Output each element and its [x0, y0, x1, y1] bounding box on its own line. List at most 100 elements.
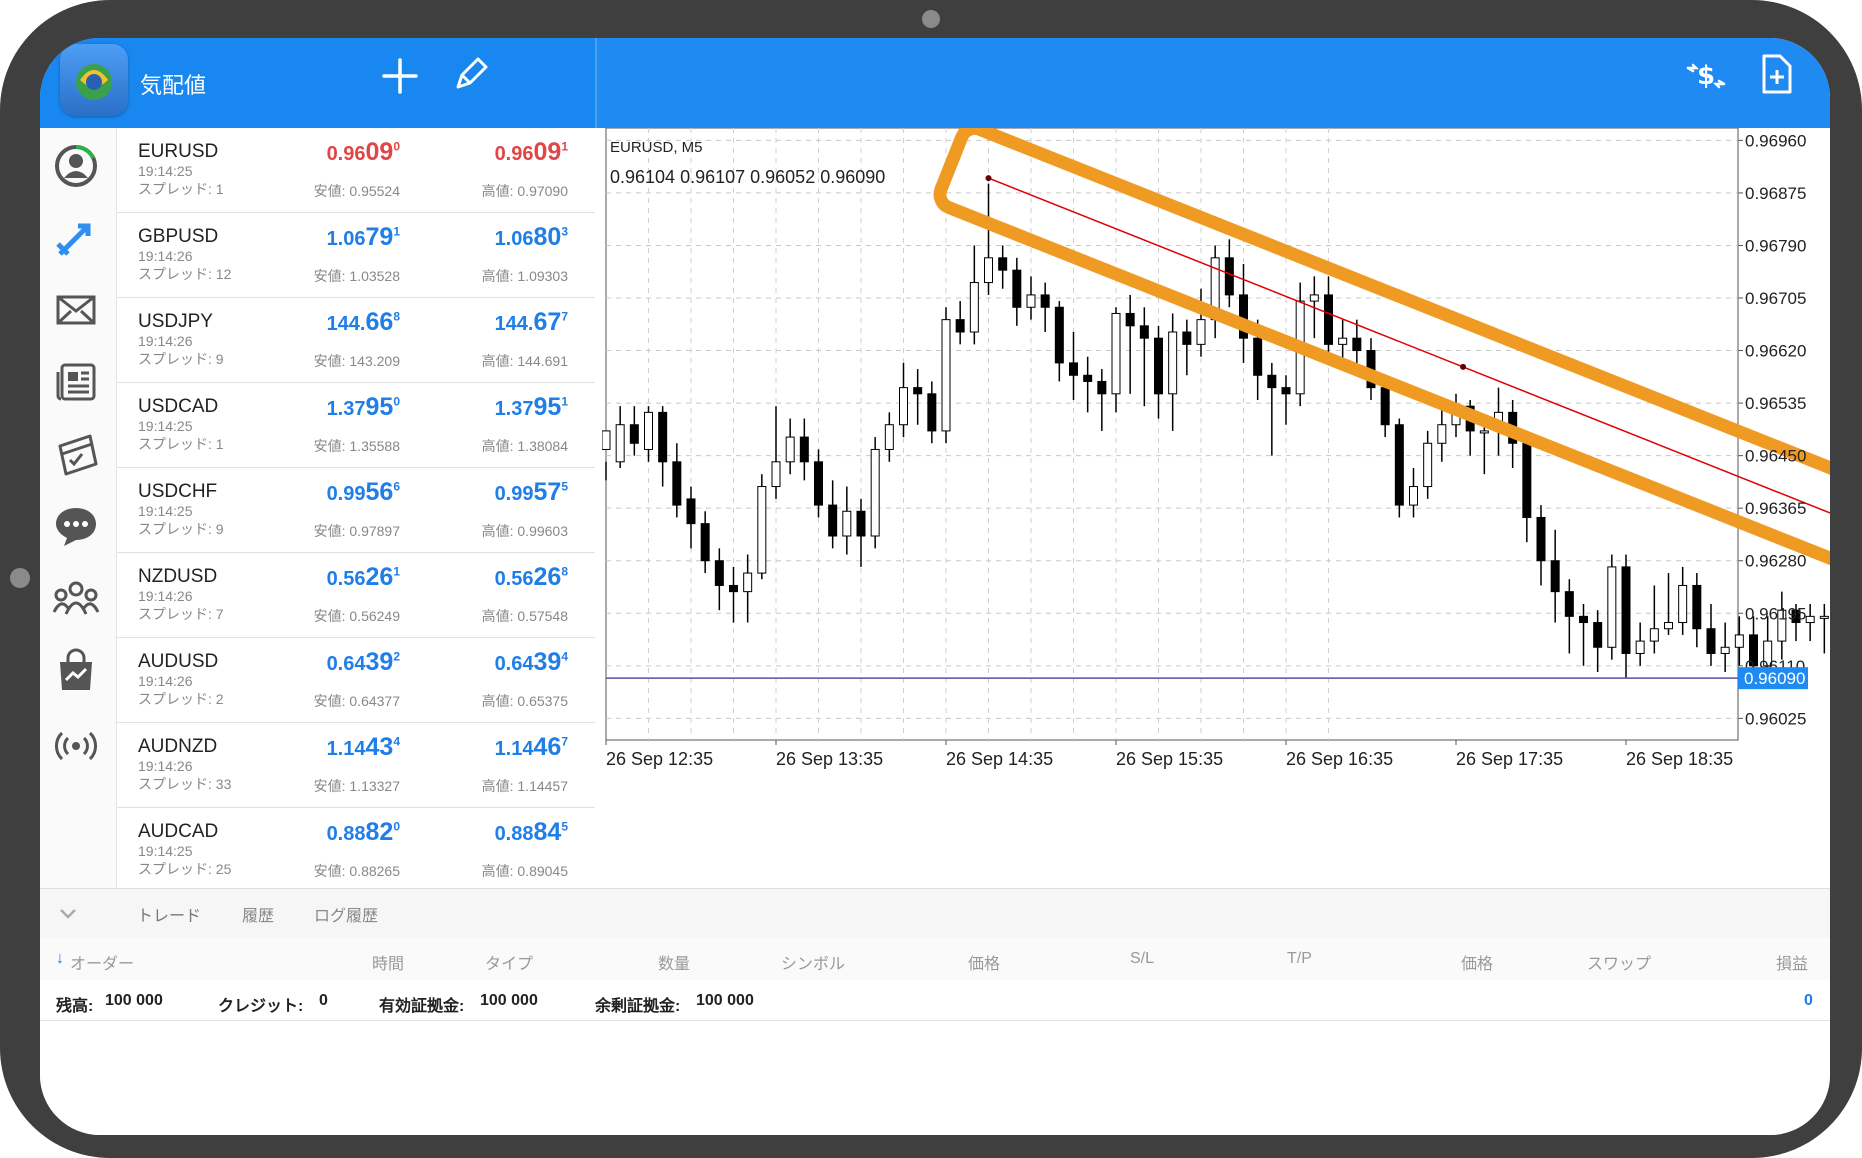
quote-time: 19:14:25 [138, 418, 193, 434]
y-tick-label: 0.96705 [1745, 289, 1806, 308]
bid-prefix: 0.88 [326, 823, 366, 845]
candle-body [1309, 294, 1319, 302]
candle-body [955, 319, 965, 333]
candle-body [1168, 331, 1178, 395]
quote-symbol: EURUSD [138, 141, 219, 162]
trade-arrows-icon[interactable] [50, 212, 102, 264]
quote-symbol: USDCHF [138, 481, 218, 502]
tab-log-history[interactable]: ログ履歴 [314, 902, 378, 926]
bid-pips: 56 [365, 478, 394, 506]
candle-body [1267, 374, 1277, 389]
community-icon[interactable] [50, 572, 102, 624]
quote-row[interactable]: GBPUSD 19:14:26 スプレッド: 12 1.06791 1.06803 安値:… [117, 213, 595, 298]
quote-bid[interactable]: 1.06791 [327, 223, 400, 252]
candle-body [1338, 337, 1348, 345]
candle-body [1253, 337, 1263, 376]
bid-prefix: 0.96 [326, 143, 366, 165]
mail-icon[interactable] [50, 284, 102, 336]
pencil-icon[interactable] [450, 55, 490, 100]
new-document-icon[interactable] [1756, 52, 1796, 101]
col-tp[interactable]: T/P [1287, 950, 1312, 968]
app-screen: 気配値 $ EURUSD 19:14:25 スプレッド: 1 0.96090 0… [40, 38, 1830, 1135]
calendar-icon[interactable] [50, 428, 102, 480]
bid-pips: 82 [365, 818, 394, 846]
signal-icon[interactable] [50, 716, 102, 768]
plus-icon[interactable] [380, 56, 420, 101]
col-symbol[interactable]: シンボル [781, 950, 845, 974]
quote-bid[interactable]: 0.96090 [327, 138, 400, 167]
ask-fraction: 7 [561, 734, 568, 749]
col-order[interactable]: オーダー [70, 950, 134, 974]
orders-column-header: ↓ オーダー 時間 タイプ 数量 シンボル 価格 S/L T/P 価格 スワップ… [40, 938, 1830, 981]
quote-row[interactable]: AUDCAD 19:14:25 スプレッド: 25 0.88820 0.88845 安値:… [117, 808, 595, 893]
candle-body [729, 584, 738, 593]
quote-row[interactable]: AUDUSD 19:14:26 スプレッド: 2 0.64392 0.64394 安値: … [117, 638, 595, 723]
col-swap[interactable]: スワップ [1587, 950, 1651, 974]
dollar-arrows-icon[interactable]: $ [1684, 54, 1728, 103]
news-icon[interactable] [50, 356, 102, 408]
quote-row[interactable]: USDCAD 19:14:25 スプレッド: 1 1.37950 1.37951 安値: … [117, 383, 595, 468]
quote-ask[interactable]: 1.06803 [495, 223, 568, 252]
ask-pips: 80 [533, 223, 562, 251]
ask-pips: 84 [533, 818, 562, 846]
chart-canvas[interactable]: 0.96960 0.96875 0.96790 0.96705 0.96620 0.965… [601, 121, 1830, 888]
quote-row[interactable]: EURUSD 19:14:25 スプレッド: 1 0.96090 0.96091 安値: … [117, 128, 595, 213]
col-sl[interactable]: S/L [1130, 950, 1154, 968]
equity-value: 100 000 [480, 992, 538, 1009]
tab-trade[interactable]: トレード [137, 902, 201, 926]
quote-ask[interactable]: 0.96091 [495, 138, 568, 167]
quote-time: 19:14:26 [138, 758, 193, 774]
ask-prefix: 0.96 [494, 143, 534, 165]
trend-anchor-start[interactable] [985, 175, 992, 182]
bid-fraction: 2 [393, 649, 400, 664]
quote-ask[interactable]: 0.99575 [495, 478, 568, 507]
price-chart[interactable]: 0.96960 0.96875 0.96790 0.96705 0.96620 0.965… [601, 121, 1830, 888]
quote-row[interactable]: AUDNZD 19:14:26 スプレッド: 33 1.14434 1.14467 安値:… [117, 723, 595, 808]
tablet-frame: 気配値 $ EURUSD 19:14:25 スプレッド: 1 0.96090 0… [0, 0, 1862, 1158]
col-price-current[interactable]: 価格 [1461, 950, 1493, 974]
quote-bid[interactable]: 0.64392 [327, 648, 400, 677]
trend-anchor-mid[interactable] [1460, 363, 1467, 370]
candle-body [1394, 424, 1404, 506]
candle-body [984, 257, 993, 284]
quote-ask[interactable]: 0.64394 [495, 648, 568, 677]
quote-bid[interactable]: 0.56261 [327, 563, 400, 592]
side-button [10, 568, 30, 588]
sort-arrow-icon[interactable]: ↓ [56, 950, 64, 968]
quote-ask[interactable]: 144.677 [495, 308, 568, 337]
quote-bid[interactable]: 1.37950 [327, 393, 400, 422]
quote-ask[interactable]: 0.88845 [495, 818, 568, 847]
quote-row[interactable]: USDJPY 19:14:26 スプレッド: 9 144.668 144.677 安値: … [117, 298, 595, 383]
col-volume[interactable]: 数量 [658, 950, 690, 974]
col-profit[interactable]: 損益 [1776, 950, 1808, 974]
quote-ask[interactable]: 0.56268 [495, 563, 568, 592]
col-price[interactable]: 価格 [968, 950, 1000, 974]
terminal-tabs: トレード 履歴 ログ履歴 [40, 888, 1830, 940]
quote-bid[interactable]: 1.14434 [327, 733, 400, 762]
quote-spread: スプレッド: 9 [138, 351, 224, 367]
quote-row[interactable]: NZDUSD 19:14:26 スプレッド: 7 0.56261 0.56268 安値: … [117, 553, 595, 638]
quote-row[interactable]: USDCHF 19:14:25 スプレッド: 9 0.99566 0.99575 安値: … [117, 468, 595, 553]
quote-bid[interactable]: 0.88820 [327, 818, 400, 847]
credit-value: 0 [319, 992, 328, 1009]
market-icon[interactable] [50, 644, 102, 696]
account-icon[interactable] [50, 140, 102, 192]
col-type[interactable]: タイプ [485, 950, 533, 974]
bid-pips: 79 [365, 223, 394, 251]
quote-spread: スプレッド: 9 [138, 521, 224, 537]
quote-symbol: GBPUSD [138, 226, 219, 247]
chat-icon[interactable] [50, 500, 102, 552]
quote-high: 高値: 0.99603 [481, 523, 568, 539]
chevron-down-icon[interactable] [56, 901, 80, 930]
ask-prefix: 0.88 [494, 823, 534, 845]
quote-bid[interactable]: 144.668 [327, 308, 400, 337]
col-time[interactable]: 時間 [372, 950, 404, 974]
bid-fraction: 1 [393, 564, 400, 579]
quote-bid[interactable]: 0.99566 [327, 478, 400, 507]
tab-history[interactable]: 履歴 [242, 902, 274, 926]
quote-ask[interactable]: 1.37951 [495, 393, 568, 422]
candle-body [1083, 374, 1093, 382]
quote-ask[interactable]: 1.14467 [495, 733, 568, 762]
app-logo-icon[interactable] [60, 44, 128, 116]
candle-body [1706, 628, 1716, 654]
